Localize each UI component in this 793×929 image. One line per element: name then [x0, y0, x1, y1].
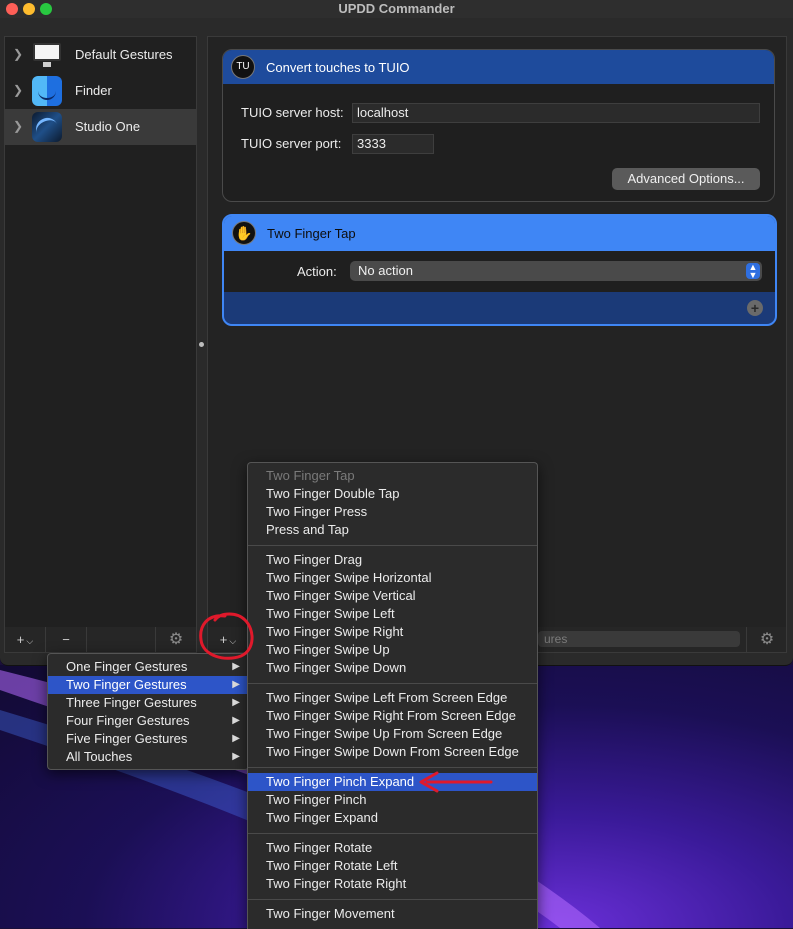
two-finger-gestures-submenu: Two Finger Tap Two Finger Double Tap Two… [247, 462, 538, 929]
finder-icon [32, 76, 62, 106]
sidebar-item-finder[interactable]: ❯ Finder [5, 73, 196, 109]
disclosure-chevron-icon[interactable]: ❯ [13, 119, 23, 133]
menu-item-gesture[interactable]: Press and Tap [248, 521, 537, 539]
menu-item-gesture[interactable]: Two Finger Swipe Right [248, 623, 537, 641]
add-action-button[interactable]: + [747, 300, 763, 316]
menu-item-gesture[interactable]: Two Finger Double Tap [248, 485, 537, 503]
menu-item-four-finger-gestures[interactable]: Four Finger Gestures ▶ [48, 712, 248, 730]
menu-item-gesture[interactable]: Two Finger Drag [248, 551, 537, 569]
tuio-port-label: TUIO server port: [241, 136, 342, 151]
studio-one-icon [32, 112, 62, 143]
menu-item-gesture[interactable]: Two Finger Swipe Up From Screen Edge [248, 725, 537, 743]
menu-item-two-finger-gestures[interactable]: Two Finger Gestures ▶ [48, 676, 248, 694]
gesture-card: ✋ Two Finger Tap Action: No action ▲ ▼ + [222, 214, 777, 326]
tuio-port-field[interactable]: 3333 [352, 134, 434, 154]
add-gesture-button[interactable]: + ⌵ [208, 627, 249, 652]
menu-separator [248, 833, 537, 834]
tuio-icon: TU [231, 55, 255, 79]
hand-icon: ✋ [232, 221, 256, 245]
submenu-arrow-icon: ▶ [232, 751, 240, 762]
monitor-icon [32, 40, 62, 70]
applications-sidebar: ❯ Default Gestures ❯ Finder ❯ Studio One [4, 36, 197, 628]
submenu-arrow-icon: ▶ [232, 679, 240, 690]
action-select[interactable]: No action ▲ ▼ [350, 261, 762, 281]
gesture-category-menu: One Finger Gestures ▶ Two Finger Gestures… [47, 653, 249, 770]
menu-item-gesture: Two Finger Tap [266, 468, 355, 483]
tuio-card: TU Convert touches to TUIO TUIO server h… [222, 49, 775, 202]
sidebar-item-studio-one[interactable]: ❯ Studio One [5, 109, 196, 145]
menu-item-gesture[interactable]: Two Finger Press [248, 503, 537, 521]
menu-item-one-finger-gestures[interactable]: One Finger Gestures ▶ [48, 658, 248, 676]
title-bar[interactable]: UPDD Commander [0, 0, 793, 18]
gesture-card-title: Two Finger Tap [267, 226, 356, 241]
menu-item-gesture[interactable]: Two Finger Swipe Right From Screen Edge [248, 707, 537, 725]
tuio-card-header: TU Convert touches to TUIO [223, 50, 774, 84]
gear-icon[interactable]: ⚙ [156, 627, 196, 652]
menu-item-three-finger-gestures[interactable]: Three Finger Gestures ▶ [48, 694, 248, 712]
tuio-host-label: TUIO server host: [241, 105, 344, 120]
menu-item-gesture[interactable]: Two Finger Swipe Vertical [248, 587, 537, 605]
gesture-action-row: Action: No action ▲ ▼ [224, 251, 775, 292]
menu-item-gesture[interactable]: Two Finger Swipe Down [248, 659, 537, 677]
disclosure-chevron-icon[interactable]: ❯ [13, 47, 23, 61]
gesture-card-header: ✋ Two Finger Tap [224, 216, 775, 251]
menu-separator [248, 767, 537, 768]
sidebar-item-label: Default Gestures [75, 47, 173, 62]
sidebar-item-label: Finder [75, 83, 112, 98]
sidebar-toolbar: + ⌵ − ⚙ [4, 627, 197, 653]
disclosure-chevron-icon[interactable]: ❯ [13, 83, 23, 97]
action-label: Action: [297, 264, 337, 279]
menu-separator [248, 683, 537, 684]
split-view-divider-handle[interactable] [199, 342, 204, 347]
remove-application-button[interactable]: − [46, 627, 87, 652]
submenu-arrow-icon: ▶ [232, 733, 240, 744]
menu-item-all-touches[interactable]: All Touches ▶ [48, 748, 248, 766]
menu-item-gesture[interactable]: Two Finger Rotate [248, 839, 537, 857]
menu-item-gesture[interactable]: Two Finger Swipe Horizontal [248, 569, 537, 587]
submenu-arrow-icon: ▶ [232, 661, 240, 672]
window-title: UPDD Commander [338, 1, 455, 16]
menu-item-gesture[interactable]: Two Finger Swipe Left [248, 605, 537, 623]
menu-separator [248, 899, 537, 900]
sidebar-item-label: Studio One [75, 119, 141, 134]
submenu-arrow-icon: ▶ [232, 715, 240, 726]
add-application-button[interactable]: + ⌵ [5, 627, 46, 652]
submenu-arrow-icon: ▶ [232, 697, 240, 708]
menu-item-five-finger-gestures[interactable]: Five Finger Gestures ▶ [48, 730, 248, 748]
tuio-card-title: Convert touches to TUIO [266, 60, 410, 75]
menu-item-gesture[interactable]: Two Finger Rotate Right [248, 875, 537, 893]
menu-item-gesture[interactable]: Two Finger Swipe Left From Screen Edge [248, 689, 537, 707]
menu-item-gesture[interactable]: Two Finger Swipe Up [248, 641, 537, 659]
tuio-host-field[interactable]: localhost [352, 103, 760, 123]
sidebar-item-default-gestures[interactable]: ❯ Default Gestures [5, 37, 196, 73]
menu-separator [248, 545, 537, 546]
menu-item-gesture[interactable]: Two Finger Swipe Down From Screen Edge [248, 743, 537, 761]
select-stepper-icon: ▲ ▼ [746, 263, 760, 280]
gesture-filter-field[interactable]: ures [538, 631, 740, 647]
chevron-down-icon: ⌵ [229, 636, 237, 646]
menu-item-gesture-highlighted[interactable]: Two Finger Pinch Expand [248, 773, 537, 791]
gear-icon[interactable]: ⚙ [746, 627, 787, 652]
advanced-options-button[interactable]: Advanced Options... [612, 168, 760, 190]
chevron-down-icon: ⌵ [26, 636, 34, 646]
menu-item-gesture[interactable]: Two Finger Pinch [248, 791, 537, 809]
menu-item-gesture[interactable]: Two Finger Rotate Left [248, 857, 537, 875]
menu-item-gesture[interactable]: Two Finger Movement [248, 905, 537, 923]
menu-item-gesture[interactable]: Two Finger Expand [248, 809, 537, 827]
toolbar-spacer [87, 627, 156, 652]
